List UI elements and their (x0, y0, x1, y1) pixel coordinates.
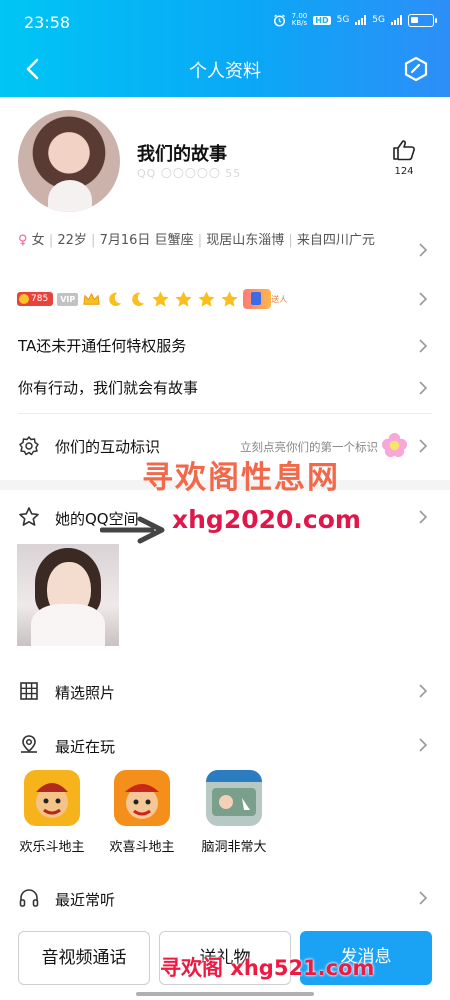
game-label: 脑洞非常大 (201, 840, 267, 855)
header-bar: 23:58 7.00 KB/s HD 5G 5G 个人资料 (0, 0, 450, 97)
birthday: 7月16日 (99, 233, 151, 248)
flower-icon (381, 432, 408, 458)
crown-icon (83, 292, 100, 305)
gift-badge-icon (243, 289, 272, 309)
star-icon (175, 290, 192, 307)
moon-icon (109, 292, 122, 306)
chevron-right-icon (419, 510, 428, 524)
grid-icon (20, 682, 38, 700)
status-time: 23:58 (24, 13, 71, 32)
chevron-right-icon (419, 339, 428, 353)
story-text: 你有行动，我们就会有故事 (18, 379, 199, 397)
star-icon (221, 290, 238, 307)
age: 22岁 (57, 233, 87, 248)
network-5g-1: 5G (336, 15, 350, 25)
chevron-right-icon (419, 292, 428, 306)
game-character-icon (125, 784, 159, 819)
gear-badge-icon (19, 436, 39, 456)
location: 现居山东淄博 (206, 233, 285, 248)
battery-icon (408, 13, 437, 27)
photos-title: 精选照片 (55, 684, 116, 702)
privilege-row[interactable]: TA还未开通任何特权服务 (0, 331, 450, 361)
chevron-right-icon (419, 684, 428, 698)
gift-badge-text: 送人 (271, 294, 288, 304)
net-speed: 7.00 KB/s (292, 13, 308, 27)
vip-badge: VIP (57, 292, 79, 306)
recent-play-title: 最近在玩 (55, 738, 116, 756)
gender: 女 (31, 233, 45, 248)
like-button[interactable]: 124 (391, 139, 417, 177)
badges: 785 VIP 送人 (17, 288, 287, 310)
basic-info-row[interactable]: ♀ 女 | 22岁 | 7月16日 巨蟹座 | 现居山东淄博 | 来自四川广元 (0, 229, 450, 274)
hexagon-edit-icon[interactable] (400, 53, 432, 85)
like-count: 124 (394, 166, 414, 177)
chevron-right-icon (419, 243, 428, 257)
game-icon[interactable] (114, 770, 170, 826)
net-speed-unit: KB/s (291, 19, 308, 27)
alarm-icon (273, 13, 285, 27)
watermark-bottom: 寻欢阁 xhg521.com (160, 956, 375, 980)
moon-icon (132, 292, 145, 306)
separator: | (48, 233, 54, 248)
hometown: 来自四川广元 (296, 233, 375, 248)
nav-bar: 个人资料 (0, 45, 450, 93)
level-badge: 785 (17, 292, 54, 306)
signal-icon-1 (355, 15, 367, 25)
recent-listen-title: 最近常听 (55, 891, 116, 909)
watermark-site-name: 寻欢阁性息网 (142, 460, 340, 496)
thumbs-up-icon (393, 140, 415, 161)
recent-listen-row[interactable]: 最近常听 (0, 878, 450, 918)
game-label: 欢喜斗地主 (109, 840, 175, 855)
privilege-text: TA还未开通任何特权服务 (18, 337, 187, 355)
page-title: 个人资料 (189, 61, 261, 82)
game-icon[interactable] (24, 770, 80, 826)
hd-icon: HD (313, 15, 331, 25)
game-label: 欢乐斗地主 (19, 840, 85, 855)
chevron-right-icon (419, 381, 428, 395)
recent-play-row[interactable]: 最近在玩 (0, 725, 450, 765)
separator: | (288, 233, 293, 248)
story-row[interactable]: 你有行动，我们就会有故事 (0, 373, 450, 403)
profile-header: 我们的故事 QQ 〇〇〇〇〇 55 124 (0, 97, 450, 222)
game-scene-icon (206, 770, 262, 816)
chevron-right-icon (419, 738, 428, 752)
call-button[interactable]: 音视频通话 (18, 931, 150, 985)
game-icon[interactable] (206, 770, 262, 826)
headphones-icon (19, 889, 39, 907)
chevron-right-icon (419, 891, 428, 905)
basic-info-text: ♀ 女 | 22岁 | 7月16日 巨蟹座 | 现居山东淄博 | 来自四川广元 (18, 229, 388, 253)
qq-number: QQ 〇〇〇〇〇 55 (137, 167, 242, 180)
signal-icon-2 (391, 15, 402, 25)
home-indicator[interactable] (136, 992, 314, 996)
female-icon: ♀ (18, 233, 28, 248)
status-bar: 23:58 7.00 KB/s HD 5G 5G (0, 0, 450, 40)
star-icon (198, 290, 215, 307)
separator: | (197, 233, 203, 248)
divider (18, 413, 432, 414)
photo-arm (31, 604, 105, 646)
back-icon[interactable] (18, 53, 50, 85)
star-outline-icon (19, 507, 39, 526)
separator: | (91, 233, 96, 248)
nickname: 我们的故事 (137, 144, 227, 165)
game-character-icon (36, 783, 68, 818)
qzone-photo[interactable] (17, 544, 119, 646)
star-icon (152, 290, 169, 307)
zodiac: 巨蟹座 (154, 233, 194, 248)
status-icons: 7.00 KB/s HD 5G 5G (273, 13, 437, 27)
network-5g-2: 5G (372, 15, 385, 25)
avatar[interactable] (18, 110, 120, 212)
watermark-url: xhg2020.com (172, 505, 361, 534)
photos-row[interactable]: 精选照片 (0, 671, 450, 711)
chevron-right-icon (419, 439, 428, 453)
arrow-right-icon (100, 516, 165, 544)
location-pin-icon (21, 735, 37, 753)
